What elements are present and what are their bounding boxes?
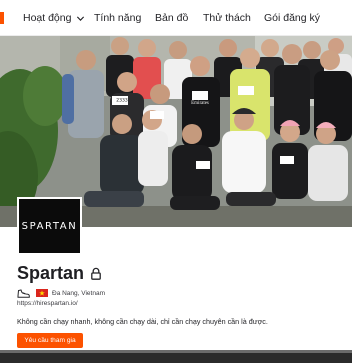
club-name: Spartan [17,262,85,283]
chevron-down-icon [77,15,85,21]
nav-item-label: Hoạt động [23,12,72,24]
nav-item-activities[interactable]: Hoạt động [23,0,85,36]
nav-item-label: Bản đồ [155,12,189,24]
request-to-join-button[interactable]: Yêu cầu tham gia [17,333,83,348]
bottom-bar-highlight [0,350,352,353]
bib-number: 2333 [116,98,128,104]
top-navigation: Hoạt động Tính năng Bản đồ Thử thách Gói… [0,0,352,36]
club-description: Không cần chạy nhanh, không cần chạy dài… [17,317,268,326]
nav-item-label: Thử thách [203,12,251,24]
club-location: Đa Nang, Vietnam [52,289,105,297]
nav-item-label: Gói đăng ký [264,12,321,24]
brand-accent-bar [0,12,4,24]
nav-item-subscription[interactable]: Gói đăng ký [264,0,320,36]
vietnam-flag-icon [36,289,48,297]
shirt-print: Emirates [191,101,209,106]
bottom-overlay-bar [0,350,352,363]
lock-icon [91,267,101,280]
nav-item-features[interactable]: Tính năng [94,0,141,36]
nav-item-maps[interactable]: Bản đồ [155,0,188,36]
club-avatar: SPARTAN [17,197,82,255]
nav-item-challenges[interactable]: Thử thách [203,0,251,36]
club-title-row: Spartan [17,262,102,284]
club-website-link[interactable]: https://hirespartan.io/ [17,300,78,307]
nav-item-label: Tính năng [94,12,142,24]
club-meta: Đa Nang, Vietnam [17,287,105,299]
club-page: Hoạt động Tính năng Bản đồ Thử thách Gói… [0,0,352,363]
club-logo-text: SPARTAN [21,220,78,232]
running-shoe-icon [17,288,30,298]
